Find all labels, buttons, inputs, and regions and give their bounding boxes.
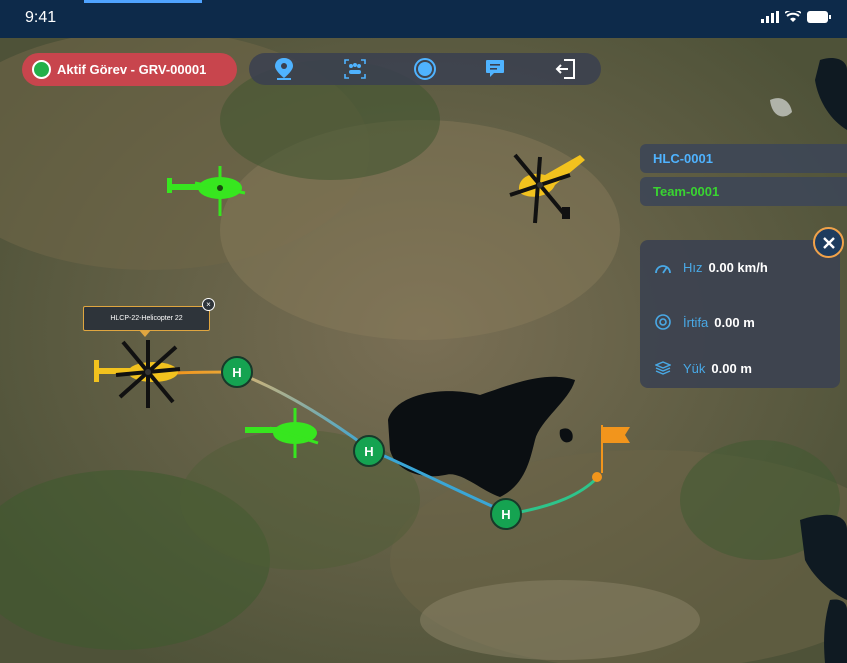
chat-icon [486,60,505,77]
exit-icon [555,59,575,79]
team-scan-icon [343,59,366,79]
load-value: 0.00 m [711,360,752,376]
altitude-label: İrtifa [683,314,709,330]
layers-icon [655,361,671,375]
chat-button[interactable] [480,56,510,82]
waypoint-label: H [501,506,511,522]
load-label: Yük [683,360,706,376]
speedometer-icon [655,264,671,273]
close-icon [822,236,835,249]
altitude-row: İrtifa 0.00 m [655,314,755,330]
speed-row: Hız 0.00 km/h [655,260,768,275]
wifi-icon [785,11,801,22]
load-row: Yük 0.00 m [655,360,752,376]
altitude-icon [655,314,671,330]
location-pin-button[interactable] [269,56,299,82]
signal-icon [761,11,779,23]
tab-indicator [84,0,202,3]
helicopter-green-top-icon [167,166,246,216]
helicopter-yellow-top-icon [509,153,585,224]
waypoint-marker[interactable]: H [353,435,385,467]
status-time: 9:41 [25,9,57,26]
status-bar: 9:41 [0,0,847,38]
helicopter-green-mid-icon [245,408,319,458]
helicopter-id-label: HLC-0001 [653,151,713,166]
location-pin-icon [275,58,294,80]
active-mission-badge[interactable]: Aktif Görev - GRV-00001 [22,53,237,86]
altitude-value: 0.00 m [714,314,755,330]
mission-status-dot [32,60,51,79]
speed-value: 0.00 km/h [708,260,768,275]
waypoint-label: H [364,443,374,459]
callout-close-icon: × [206,300,211,309]
waypoint-marker[interactable]: H [221,356,253,388]
helicopter-id-tag[interactable]: HLC-0001 [640,144,847,173]
team-scan-button[interactable] [340,56,370,82]
callout-close-button[interactable]: × [202,298,215,311]
team-id-tag[interactable]: Team-0001 [640,177,847,206]
route-segment-2 [381,453,506,514]
waypoint-label: H [232,364,242,380]
speed-label: Hız [683,260,703,275]
exit-button[interactable] [551,56,581,82]
route-segment-3 [519,476,599,514]
record-icon [413,58,436,80]
destination-flag-icon [601,425,630,473]
helicopter-yellow-selected-icon [94,340,181,408]
helicopter-callout-label: HLCP-22-Helicopter 22 [110,315,183,322]
destination-dot [592,472,602,482]
callout-tail [139,330,151,337]
battery-icon [807,11,831,23]
mission-label: Aktif Görev - GRV-00001 [57,62,207,77]
record-button[interactable] [410,56,440,82]
flight-info-panel: Hız 0.00 km/h İrtifa 0.00 m Yük 0.00 m [640,240,840,388]
team-id-label: Team-0001 [653,184,720,199]
helicopter-callout[interactable]: HLCP-22-Helicopter 22 [83,306,210,337]
map-toolbar [249,53,601,85]
status-icons [761,11,831,23]
waypoint-marker[interactable]: H [490,498,522,530]
panel-close-button[interactable] [813,227,844,258]
